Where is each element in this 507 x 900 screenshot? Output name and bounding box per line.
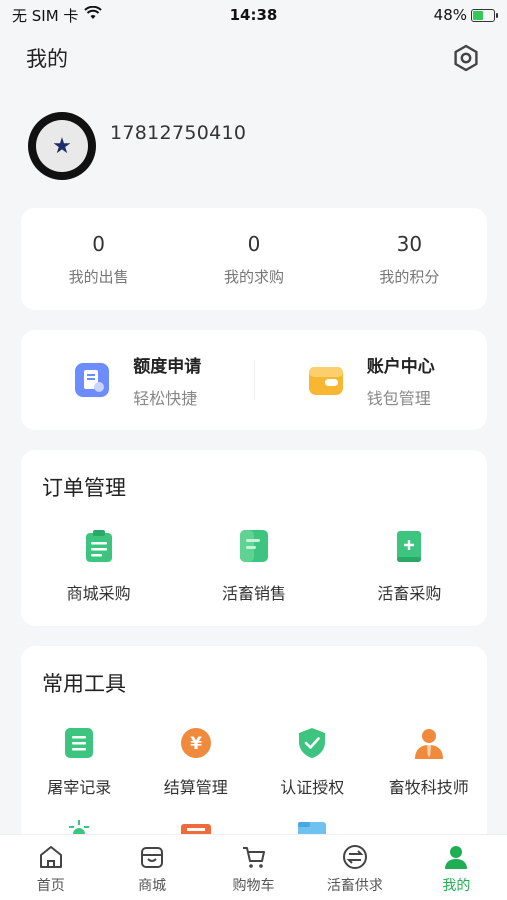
phone-number: 17812750410 (110, 122, 247, 144)
stat-value: 0 (92, 231, 106, 256)
service-subtitle: 钱包管理 (366, 388, 431, 408)
order-livestock-purchase[interactable]: 活畜采购 (332, 528, 487, 604)
tool-label: 屠宰记录 (47, 778, 112, 797)
exchange-icon (342, 845, 367, 869)
battery-level (473, 10, 483, 20)
page-header: 我的 (0, 36, 507, 80)
battery-icon (471, 8, 498, 22)
clock: 14:38 (229, 6, 278, 24)
tab-mine[interactable]: 我的 (406, 835, 507, 900)
order-mall-purchase[interactable]: 商城采购 (21, 528, 176, 604)
tool-slaughter-records[interactable]: 屠宰记录 (21, 726, 138, 798)
tool-label: 结算管理 (163, 778, 228, 797)
wifi-icon (84, 5, 103, 24)
page-title: 我的 (26, 47, 68, 71)
tab-label: 活畜供求 (326, 878, 383, 894)
tab-label: 我的 (442, 878, 471, 894)
store-icon (141, 847, 164, 868)
order-label: 活畜采购 (377, 584, 442, 603)
order-label: 商城采购 (66, 584, 131, 603)
tool-authorization[interactable]: 认证授权 (254, 726, 371, 798)
tab-store[interactable]: 商城 (101, 835, 202, 900)
home-icon (39, 846, 62, 868)
section-title: 订单管理 (42, 476, 126, 500)
stat-label: 我的出售 (68, 267, 129, 286)
user-icon (445, 846, 468, 869)
stat-my-sales[interactable]: 0 我的出售 (21, 208, 176, 310)
stats-card: 0 我的出售 0 我的求购 30 我的积分 (21, 208, 487, 310)
status-bar: 无 SIM 卡 14:38 48% (0, 0, 507, 30)
cart-icon (242, 847, 265, 868)
tab-cart[interactable]: 购物车 (203, 835, 304, 900)
tab-bar: 首页 商城 购物车 活畜供求 我的 (0, 834, 507, 900)
services-card: 额度申请 轻松快捷 账户中心 钱包管理 (21, 330, 487, 430)
yen-icon: ¥ (180, 728, 211, 758)
tab-label: 商城 (138, 878, 167, 894)
service-subtitle: 轻松快捷 (133, 388, 198, 408)
tab-home[interactable]: 首页 (0, 835, 101, 900)
stat-label: 我的求购 (223, 267, 284, 286)
order-management-card: 订单管理 商城采购 活畜销售 活畜采购 (21, 450, 487, 626)
credit-apply-entry[interactable]: 额度申请 轻松快捷 (21, 352, 254, 409)
stat-value: 30 (396, 231, 423, 256)
stat-my-purchases[interactable]: 0 我的求购 (176, 208, 331, 310)
tab-livestock-supply[interactable]: 活畜供求 (304, 835, 405, 900)
tool-label: 畜牧科技师 (388, 778, 469, 797)
battery-percent: 48% (433, 6, 467, 24)
tool-label: 认证授权 (280, 778, 345, 797)
shield-check-icon (299, 728, 326, 758)
service-title: 额度申请 (133, 356, 202, 377)
list-icon (65, 728, 94, 758)
star-logo-icon: ★ (36, 120, 88, 172)
gear-icon (454, 44, 478, 72)
clipboard-icon (85, 530, 112, 562)
tab-label: 首页 (36, 878, 65, 894)
receipt-icon (239, 530, 268, 562)
tool-settlement[interactable]: ¥ 结算管理 (138, 726, 255, 798)
stat-label: 我的积分 (379, 267, 440, 286)
order-livestock-sales[interactable]: 活畜销售 (176, 528, 331, 604)
carrier-label: 无 SIM 卡 (12, 6, 79, 25)
document-icon (75, 363, 110, 397)
tab-label: 购物车 (232, 878, 275, 894)
stat-value: 0 (247, 231, 261, 256)
settings-button[interactable] (451, 43, 481, 73)
section-title: 常用工具 (42, 672, 126, 696)
wallet-icon (308, 367, 343, 395)
order-label: 活畜销售 (221, 584, 286, 603)
stat-my-points[interactable]: 30 我的积分 (332, 208, 487, 310)
technician-icon (414, 729, 443, 759)
service-title: 账户中心 (366, 356, 435, 377)
avatar[interactable]: ★ (28, 112, 96, 180)
scroll-icon (397, 531, 422, 562)
account-center-entry[interactable]: 账户中心 钱包管理 (255, 352, 488, 409)
svg-text:¥: ¥ (190, 734, 202, 754)
tool-livestock-technician[interactable]: 畜牧科技师 (371, 726, 488, 798)
profile-section[interactable]: ★ 17812750410 (28, 112, 246, 180)
